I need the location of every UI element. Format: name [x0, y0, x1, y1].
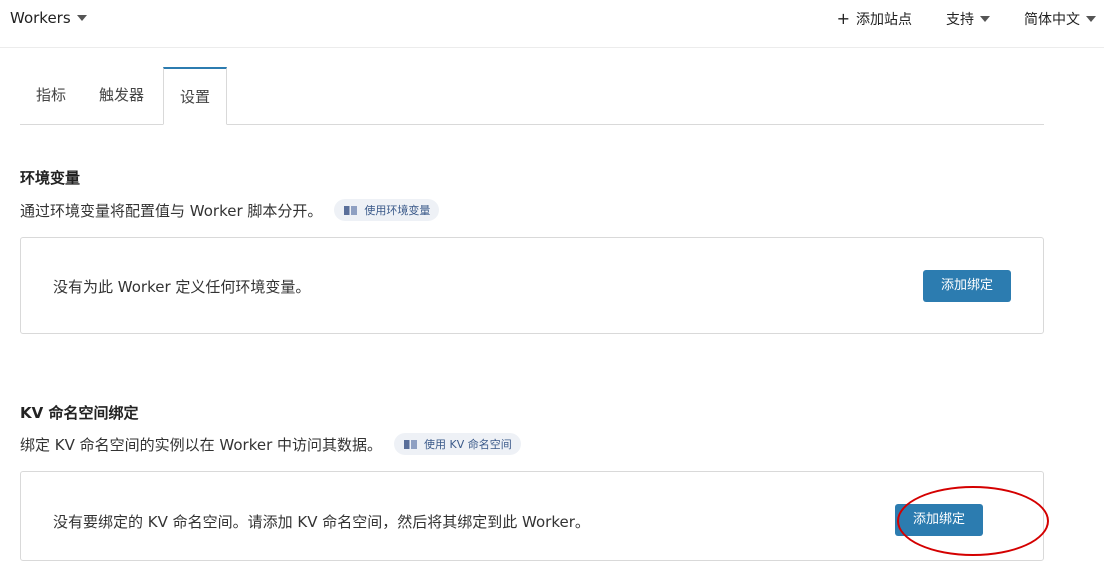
support-dropdown[interactable]: 支持 [946, 9, 990, 29]
language-dropdown[interactable]: 简体中文 [1024, 9, 1096, 29]
env-vars-description: 通过环境变量将配置值与 Worker 脚本分开。 [20, 201, 323, 220]
plus-icon: + [836, 9, 850, 28]
kv-card: 没有要绑定的 KV 命名空间。请添加 KV 命名空间，然后将其绑定到此 Work… [20, 471, 1044, 561]
workers-label: Workers [10, 9, 71, 27]
book-icon [343, 205, 358, 216]
chevron-down-icon [1086, 16, 1096, 22]
support-label: 支持 [946, 12, 974, 28]
env-vars-add-binding-button[interactable]: 添加绑定 [923, 270, 1011, 302]
tab-triggers[interactable]: 触发器 [83, 67, 160, 124]
kv-doc-label: 使用 KV 命名空间 [424, 438, 512, 451]
env-vars-description-row: 通过环境变量将配置值与 Worker 脚本分开。 使用环境变量 [20, 199, 440, 221]
env-vars-empty-text: 没有为此 Worker 定义任何环境变量。 [53, 278, 311, 296]
env-vars-doc-link[interactable]: 使用环境变量 [334, 199, 440, 221]
top-bar: Workers + 添加站点 支持 简体中文 [0, 0, 1104, 48]
top-right-menu: + 添加站点 支持 简体中文 [837, 9, 1096, 29]
chevron-down-icon [980, 16, 990, 22]
add-site-button[interactable]: + 添加站点 [837, 9, 912, 29]
env-vars-doc-label: 使用环境变量 [364, 204, 431, 217]
tab-settings[interactable]: 设置 [163, 67, 228, 125]
language-label: 简体中文 [1024, 12, 1080, 28]
kv-description-row: 绑定 KV 命名空间的实例以在 Worker 中访问其数据。 使用 KV 命名空… [20, 433, 521, 455]
add-site-label: 添加站点 [856, 12, 912, 28]
chevron-down-icon [76, 15, 87, 21]
book-icon [403, 439, 418, 450]
kv-doc-link[interactable]: 使用 KV 命名空间 [394, 433, 521, 455]
env-vars-title: 环境变量 [20, 169, 81, 187]
env-vars-card: 没有为此 Worker 定义任何环境变量。 添加绑定 [20, 237, 1044, 334]
kv-empty-text: 没有要绑定的 KV 命名空间。请添加 KV 命名空间，然后将其绑定到此 Work… [53, 513, 590, 531]
kv-description: 绑定 KV 命名空间的实例以在 Worker 中访问其数据。 [20, 435, 383, 454]
kv-title: KV 命名空间绑定 [20, 404, 139, 422]
highlight-annotation [897, 486, 1049, 556]
tab-bar: 指标 触发器 设置 [20, 67, 1044, 125]
workers-dropdown[interactable]: Workers [10, 9, 87, 27]
tab-metrics[interactable]: 指标 [20, 67, 82, 124]
